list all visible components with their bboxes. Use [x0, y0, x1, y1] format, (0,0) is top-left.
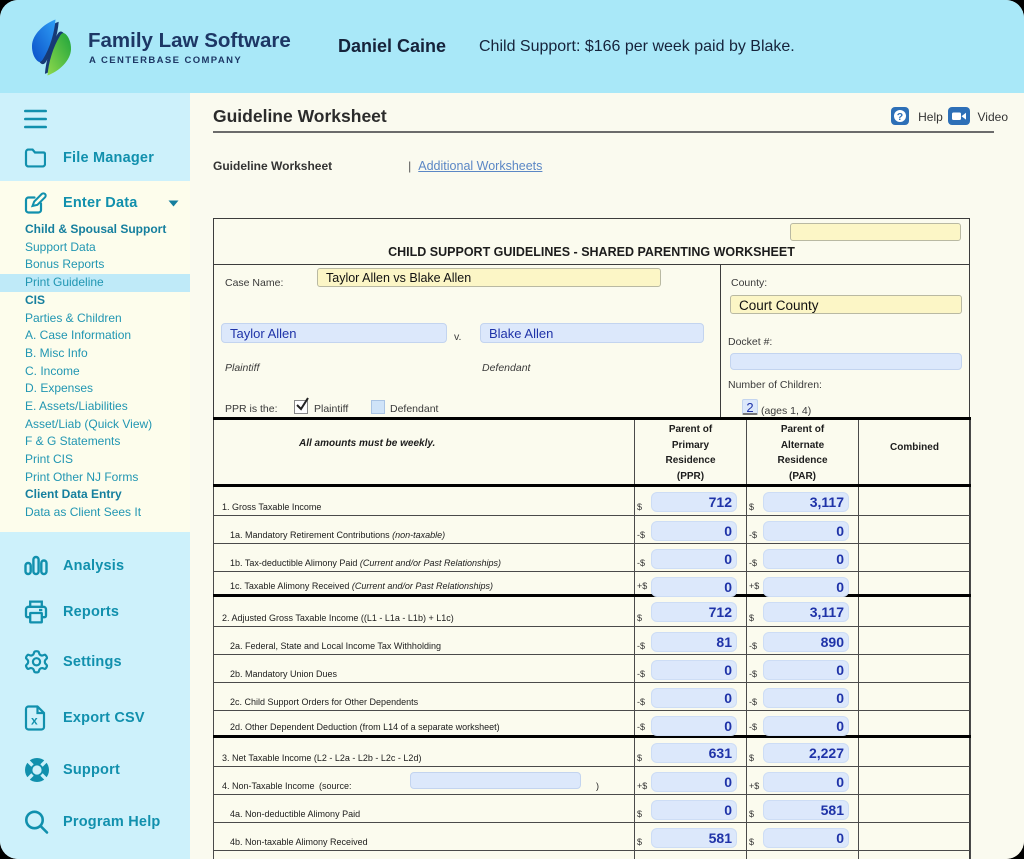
- svg-text:?: ?: [897, 111, 903, 123]
- svg-text:x: x: [31, 714, 38, 728]
